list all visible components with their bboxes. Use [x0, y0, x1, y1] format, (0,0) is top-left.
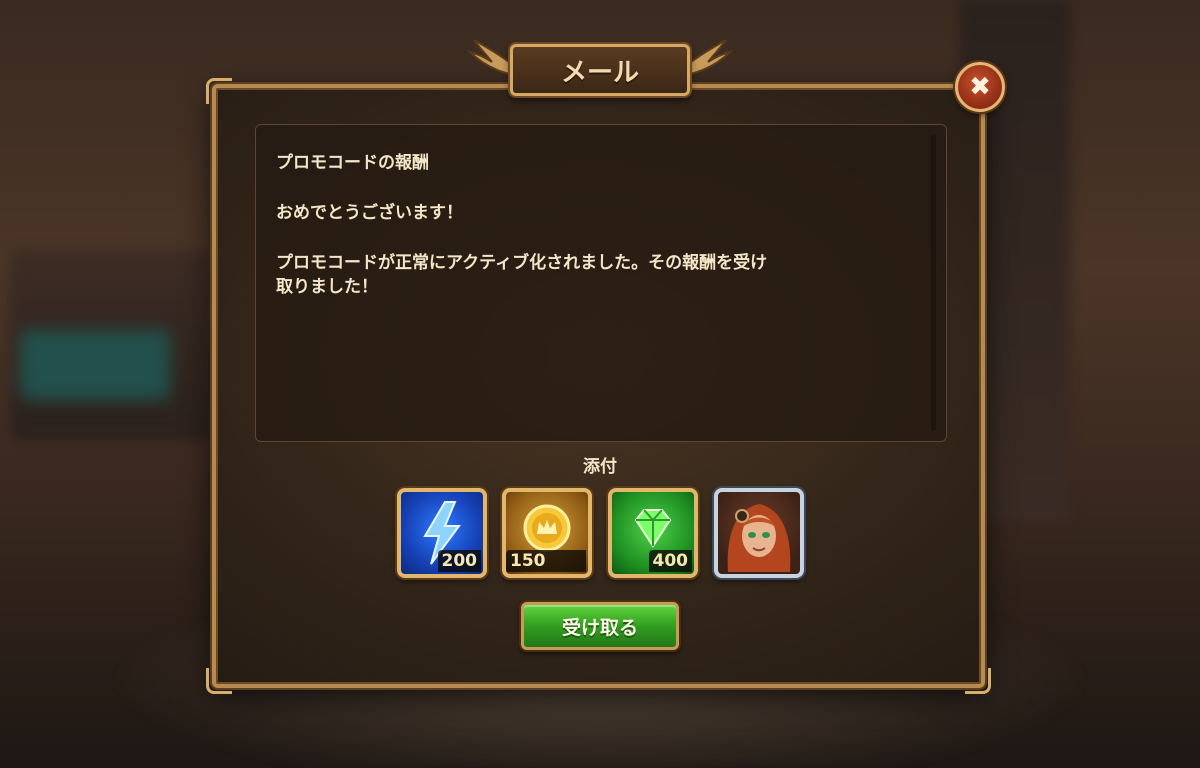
message-body: プロモコードの報酬 おめでとうございます！ プロモコードが正常にアクティブ化され…: [255, 124, 947, 442]
frame-corner: [206, 78, 232, 104]
background-roof: [20, 330, 170, 400]
attachment-qty: 200: [437, 550, 481, 572]
close-button[interactable]: ✖: [955, 62, 1005, 112]
claim-button-label: 受け取る: [561, 616, 638, 639]
attachment-hero[interactable]: [714, 488, 804, 578]
close-icon: ✖: [969, 72, 991, 102]
frame-corner: [965, 668, 991, 694]
attachment-qty: 400: [648, 550, 692, 572]
message-text-line: プロモコードが正常にアクティブ化されました。その報酬を受け: [276, 253, 768, 273]
message-scrollbar[interactable]: [931, 135, 936, 431]
attachment-gems[interactable]: 400: [608, 488, 698, 578]
claim-button[interactable]: 受け取る: [521, 602, 679, 650]
dialog-title: メール: [560, 57, 639, 88]
attachment-qty: 150 000: [506, 550, 586, 574]
hero-portrait-icon: [727, 504, 791, 572]
frame-corner: [206, 668, 232, 694]
attachment-energy[interactable]: 200: [397, 488, 487, 578]
message-text-line: 取りました！: [276, 277, 378, 297]
dialog-title-plate: メール: [510, 44, 690, 96]
message-subject: プロモコードの報酬: [276, 153, 429, 173]
message-greeting: おめでとうございます！: [276, 203, 463, 223]
attachments-label: 添付: [583, 457, 617, 477]
attachment-gold[interactable]: 150 000: [502, 488, 592, 578]
